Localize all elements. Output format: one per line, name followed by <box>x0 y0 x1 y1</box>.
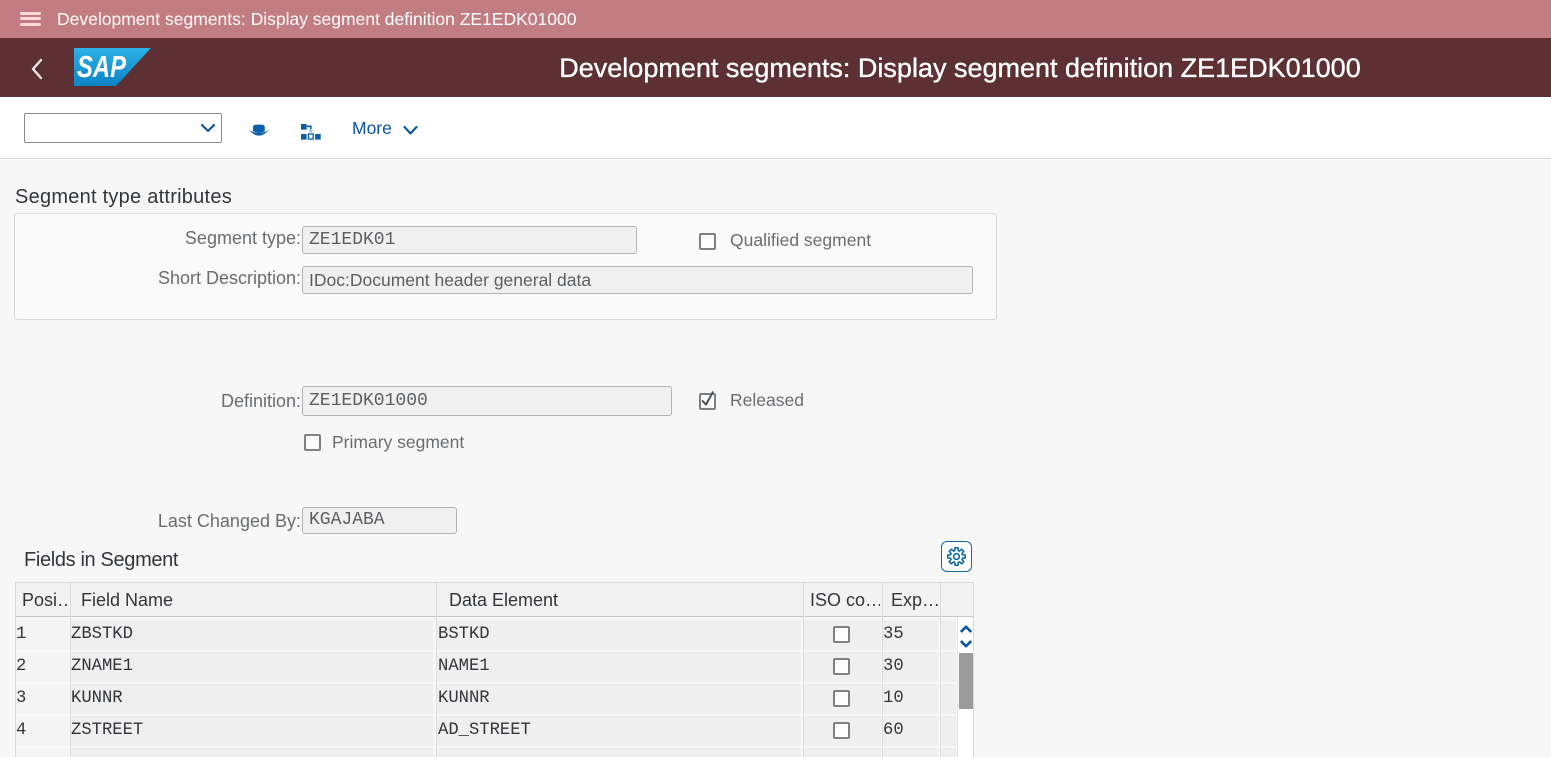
svg-text:SAP: SAP <box>77 49 126 84</box>
